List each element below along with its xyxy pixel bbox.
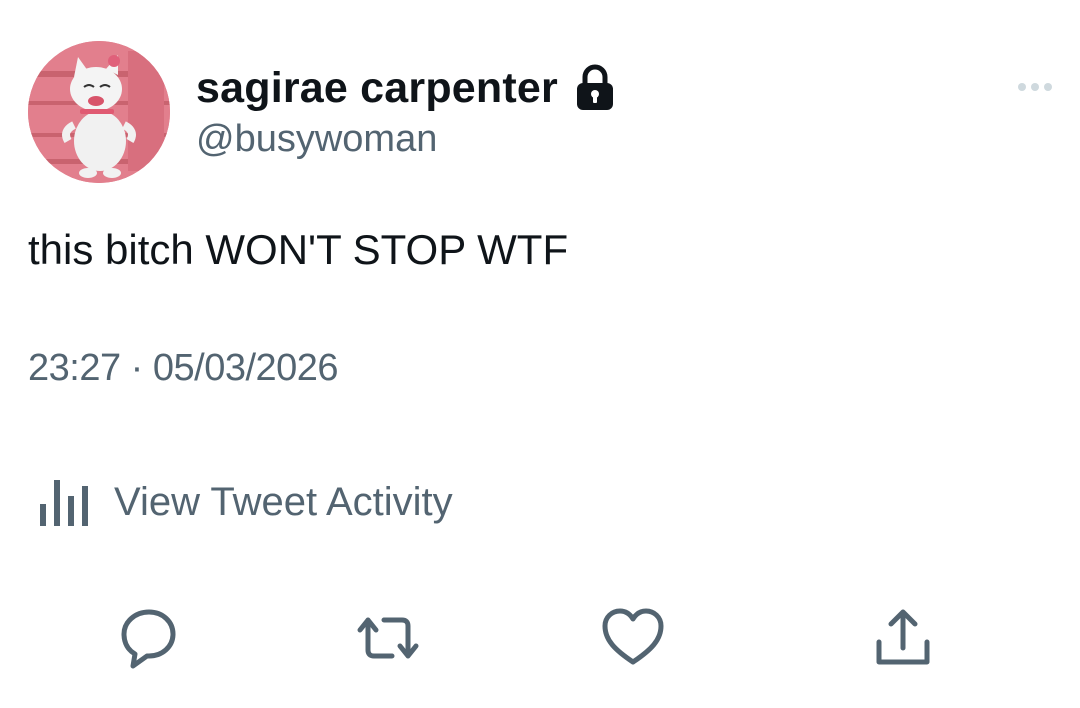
retweet-icon — [357, 617, 419, 659]
heart-icon — [602, 608, 664, 665]
tweet-timestamp[interactable]: 23:27 · 05/03/2026 — [28, 340, 339, 396]
more-options-button[interactable] — [1010, 72, 1060, 102]
more-icon — [1018, 83, 1052, 91]
cat-avatar-image — [28, 41, 170, 183]
tweet-text: this bitch WON'T STOP WTF — [28, 226, 569, 273]
reply-button[interactable] — [117, 606, 181, 670]
retweet-button[interactable] — [356, 606, 420, 670]
share-icon — [876, 609, 930, 665]
user-handle[interactable]: @busywoman — [196, 114, 437, 164]
display-name[interactable]: sagirae carpenter — [196, 64, 558, 113]
reply-icon — [121, 609, 176, 669]
view-tweet-activity-link[interactable]: View Tweet Activity — [36, 474, 453, 530]
bar-chart-icon — [36, 474, 92, 530]
like-button[interactable] — [601, 606, 665, 670]
avatar[interactable] — [28, 41, 170, 183]
view-tweet-activity-label: View Tweet Activity — [114, 479, 453, 524]
author-name-row[interactable]: sagirae carpenter — [196, 62, 616, 114]
share-button[interactable] — [871, 606, 935, 670]
lock-icon — [574, 64, 616, 112]
